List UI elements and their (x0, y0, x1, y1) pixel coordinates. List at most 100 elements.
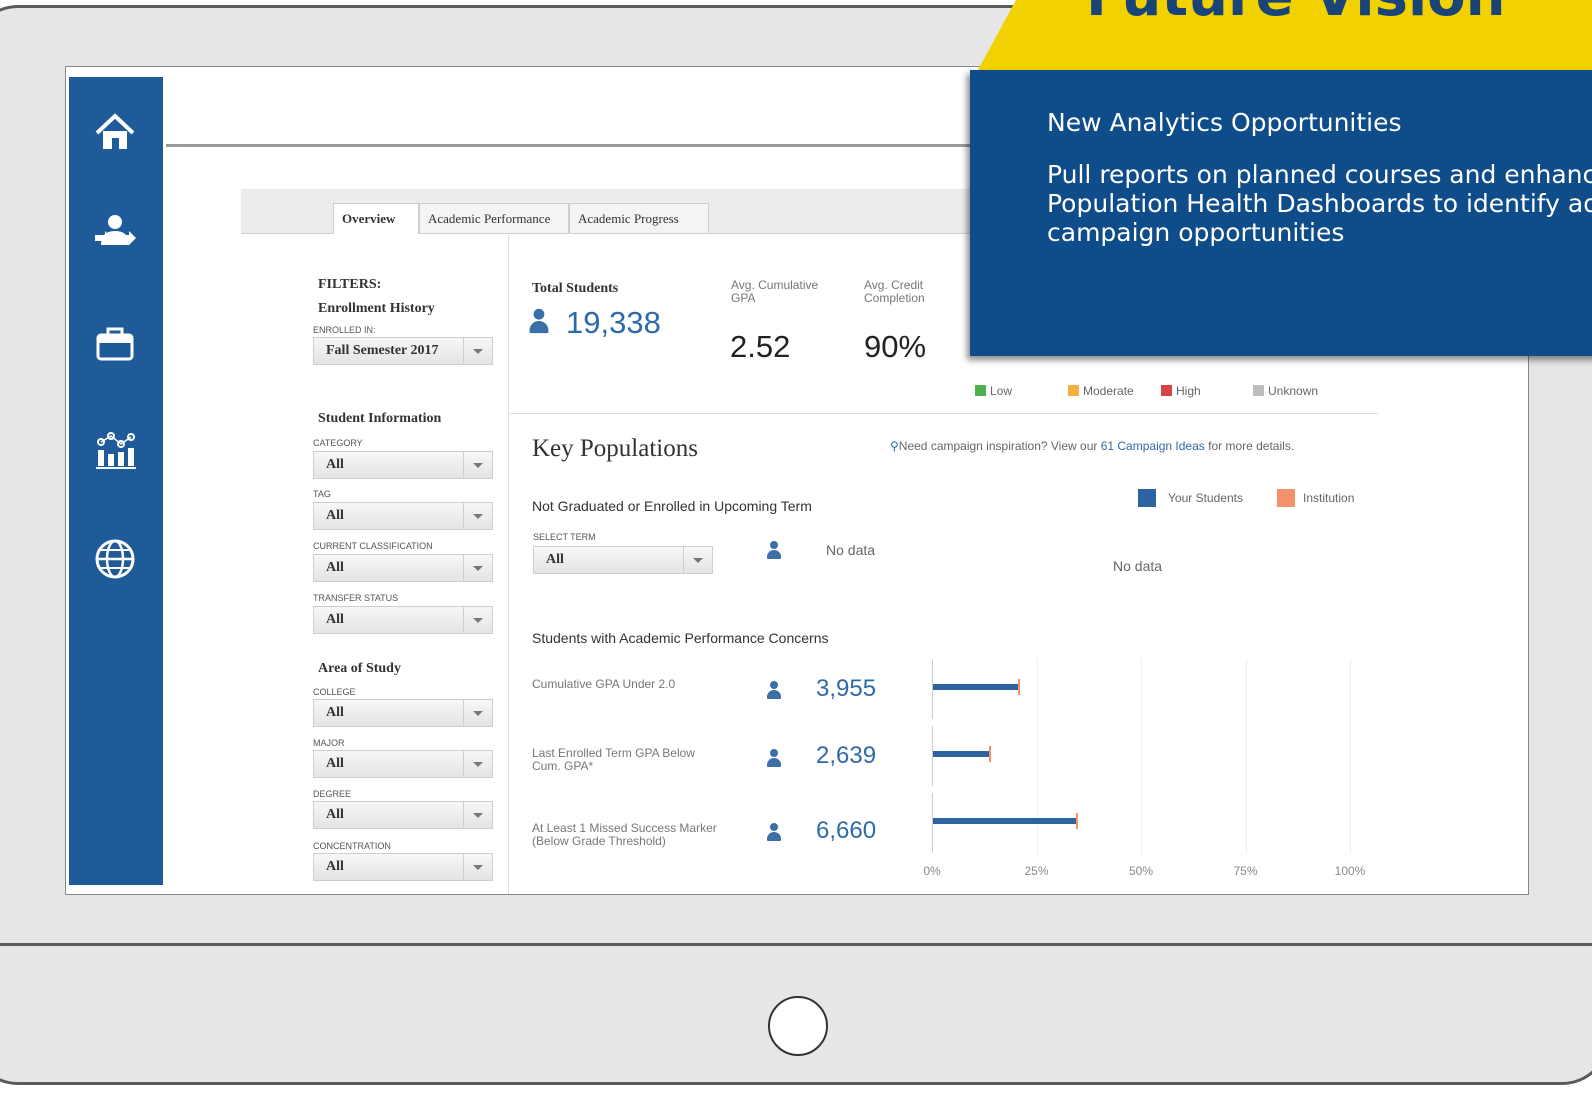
sidebar (69, 77, 163, 885)
bezel-divider (0, 943, 1592, 946)
marker-institution (988, 746, 991, 762)
legend-swatch (1277, 489, 1295, 507)
metric-value-term-gpa-below: 2,639 (816, 742, 877, 769)
referral-icon[interactable] (87, 205, 143, 261)
tag-label: TAG (313, 489, 331, 499)
analytics-icon[interactable] (87, 422, 143, 478)
enrolled-in-label: ENROLLED IN: (313, 325, 376, 335)
campaign-ideas-link[interactable]: 61 Campaign Ideas (1101, 439, 1205, 453)
no-data-chart: No data (1113, 558, 1163, 574)
student-information-heading: Student Information (318, 411, 442, 426)
legend-low-label: Low (990, 384, 1013, 398)
tab-academic-performance[interactable]: Academic Performance (419, 203, 569, 233)
legend-unknown-label: Unknown (1268, 384, 1319, 398)
x-tick-label: 100% (1334, 864, 1366, 878)
avg-gpa-label: Avg. Cumulative GPA (731, 279, 818, 305)
college-value: All (326, 705, 344, 720)
college-select[interactable]: All (313, 699, 493, 727)
callout-subtitle: New Analytics Opportunities (1047, 108, 1402, 137)
legend-swatch (1161, 385, 1172, 396)
home-button[interactable] (768, 996, 828, 1056)
legend-unknown: Unknown (1253, 384, 1318, 398)
chevron-down-icon (463, 700, 492, 726)
inspiration-suffix: for more details. (1204, 439, 1295, 453)
x-tick-label: 75% (1233, 864, 1258, 878)
chevron-down-icon (463, 854, 492, 880)
degree-value: All (326, 807, 344, 822)
callout-body: Pull reports on planned courses and enha… (1047, 160, 1592, 247)
tab-overview[interactable]: Overview (333, 203, 419, 234)
legend-swatch (1068, 385, 1079, 396)
tab-academic-progress[interactable]: Academic Progress (569, 203, 709, 233)
degree-select[interactable]: All (313, 801, 493, 829)
total-students-value: 19,338 (566, 305, 661, 340)
college-label: COLLEGE (313, 687, 356, 697)
transfer-status-label: TRANSFER STATUS (313, 593, 399, 603)
avg-credit-label-line-2: Completion (864, 291, 925, 305)
concentration-select[interactable]: All (313, 853, 493, 881)
legend-swatch (1138, 489, 1156, 507)
transfer-status-select[interactable]: All (313, 606, 493, 634)
person-icon (766, 823, 782, 841)
select-term-dropdown[interactable]: All (533, 546, 713, 574)
grid-line (1246, 659, 1247, 854)
metric-label-missed-marker: At Least 1 Missed Success Marker (Below G… (532, 822, 717, 848)
classification-label: CURRENT CLASSIFICATION (313, 541, 433, 551)
metric-value-gpa-under-2: 3,955 (816, 675, 877, 702)
chevron-down-icon (463, 452, 492, 478)
legend-your-students-label: Your Students (1168, 491, 1243, 505)
person-icon (528, 308, 558, 341)
legend-high-label: High (1176, 384, 1201, 398)
select-term-label: SELECT TERM (533, 532, 596, 542)
academic-concerns-title: Students with Academic Performance Conce… (532, 630, 829, 646)
marker-institution (1017, 679, 1020, 695)
classification-value: All (326, 560, 344, 575)
legend-moderate-label: Moderate (1083, 384, 1134, 398)
tag-value: All (326, 508, 344, 523)
section-divider (510, 413, 1378, 414)
person-icon (766, 749, 782, 767)
briefcase-icon[interactable] (87, 315, 143, 371)
enrolled-in-select[interactable]: Fall Semester 2017 (313, 337, 493, 365)
x-tick-label: 25% (1024, 864, 1049, 878)
chevron-down-icon (463, 751, 492, 777)
legend-institution-label: Institution (1303, 491, 1355, 505)
area-of-study-heading: Area of Study (318, 661, 401, 676)
major-select[interactable]: All (313, 750, 493, 778)
campaign-inspiration: ⚲Need campaign inspiration? View our 61 … (890, 439, 1294, 453)
legend-your-students: Your Students (1138, 489, 1243, 507)
chevron-down-icon (463, 503, 492, 529)
concentration-label: CONCENTRATION (313, 841, 391, 851)
globe-icon[interactable] (87, 531, 143, 587)
category-value: All (326, 457, 344, 472)
metric-value-missed-marker: 6,660 (816, 817, 877, 844)
tag-select[interactable]: All (313, 502, 493, 530)
bar-your-students (933, 684, 1019, 690)
person-icon-glyph (766, 823, 782, 841)
person-icon (766, 541, 782, 559)
x-tick-label: 0% (923, 864, 941, 878)
classification-select[interactable]: All (313, 554, 493, 582)
chevron-down-icon (463, 802, 492, 828)
home-icon[interactable] (87, 105, 143, 161)
inspiration-prefix: Need campaign inspiration? View our (898, 439, 1101, 453)
grid-line (1141, 659, 1142, 854)
future-vision-title: Future Vision (1086, 0, 1505, 29)
chevron-down-icon (463, 607, 492, 633)
panel-divider (508, 235, 509, 894)
legend-swatch (975, 385, 986, 396)
avg-credit-value: 90% (864, 329, 927, 364)
chevron-down-icon (683, 547, 712, 573)
legend-swatch (1253, 385, 1264, 396)
person-icon-glyph (766, 541, 782, 559)
bar-your-students (933, 818, 1077, 824)
filters-title: FILTERS: (318, 277, 382, 292)
chevron-down-icon (463, 338, 492, 364)
bar-your-students (933, 751, 990, 757)
select-term-value: All (546, 552, 564, 567)
grid-line (1037, 659, 1038, 854)
metric-label-line-1: Cumulative GPA Under 2.0 (532, 677, 676, 691)
category-select[interactable]: All (313, 451, 493, 479)
x-tick-label: 50% (1128, 864, 1154, 878)
metric-label-gpa-under-2: Cumulative GPA Under 2.0 (532, 678, 675, 691)
